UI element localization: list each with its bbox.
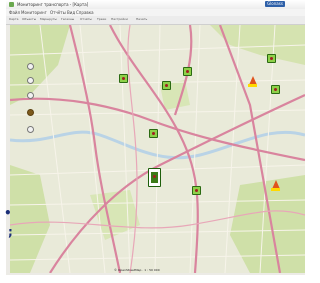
toolbar-objects-button[interactable]: Объекты bbox=[22, 17, 36, 22]
fullscreen-button[interactable] bbox=[27, 126, 34, 133]
map-tiles bbox=[10, 25, 305, 273]
truck-icon bbox=[165, 84, 168, 87]
vehicle-marker-4[interactable] bbox=[267, 54, 276, 63]
zoom-in-button[interactable] bbox=[27, 63, 34, 70]
toolbar-routes-button[interactable]: Маршруты bbox=[40, 17, 57, 22]
toolbar-print-button[interactable]: Печать bbox=[136, 17, 147, 22]
map-attribution: © OpenStreetMap · 1 : 50 000 bbox=[114, 268, 160, 272]
brand-logo: Glonass bbox=[265, 1, 285, 7]
toolbar-tracks-button[interactable]: Треки bbox=[97, 17, 106, 22]
pan-button[interactable] bbox=[27, 92, 34, 99]
truck-icon bbox=[152, 132, 155, 135]
slide-bullet-punctuation: ; bbox=[8, 225, 13, 239]
menu-item-help[interactable]: Справка bbox=[76, 9, 94, 16]
menu-item-monitoring[interactable]: Мониторинг bbox=[21, 9, 47, 16]
vehicle-marker-2[interactable] bbox=[162, 81, 171, 90]
menu-item-reports[interactable]: Отчёты bbox=[50, 9, 66, 16]
vehicle-marker-8[interactable] bbox=[271, 85, 280, 94]
vehicle-marker-5[interactable] bbox=[149, 129, 158, 138]
truck-icon bbox=[195, 189, 198, 192]
truck-icon bbox=[270, 57, 273, 60]
toolbar-map-button[interactable]: Карта bbox=[9, 17, 18, 22]
toolbar-geofences-button[interactable]: Геозоны bbox=[61, 17, 74, 22]
truck-icon bbox=[274, 88, 277, 91]
truck-icon bbox=[122, 77, 125, 80]
vehicle-marker-1[interactable] bbox=[119, 74, 128, 83]
app-icon bbox=[9, 2, 14, 7]
menu-item-view[interactable]: Вид bbox=[67, 9, 75, 16]
menu-item-file[interactable]: Файл bbox=[9, 9, 20, 16]
truck-icon bbox=[186, 70, 189, 73]
title-bar: Мониторинг транспорта - [Карта] Glonass bbox=[6, 0, 305, 9]
vehicle-marker-3[interactable] bbox=[183, 67, 192, 76]
toolbar: Карта Объекты Маршруты Геозоны Отчёты Тр… bbox=[6, 16, 305, 25]
toolbar-settings-button[interactable]: Настройки bbox=[111, 17, 128, 22]
layers-button[interactable] bbox=[27, 109, 34, 116]
slide-bullet: • bbox=[4, 206, 12, 220]
map-view[interactable]: © OpenStreetMap · 1 : 50 000 bbox=[10, 25, 305, 273]
zoom-out-button[interactable] bbox=[27, 77, 34, 84]
window-title: Мониторинг транспорта - [Карта] bbox=[17, 2, 89, 7]
app-window: Мониторинг транспорта - [Карта] Glonass … bbox=[6, 0, 305, 275]
toolbar-reports-button[interactable]: Отчёты bbox=[80, 17, 92, 22]
selected-vehicle-marker[interactable] bbox=[148, 168, 161, 187]
vehicle-marker-7[interactable] bbox=[192, 186, 201, 195]
